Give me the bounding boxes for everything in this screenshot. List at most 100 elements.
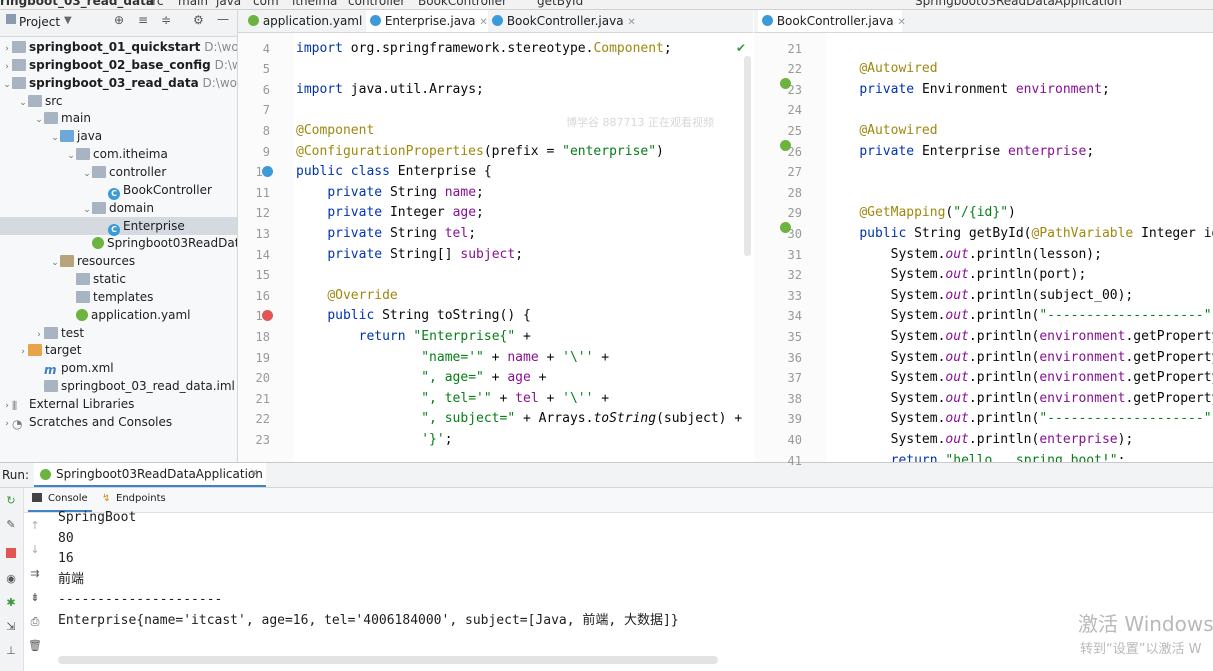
debug-icon[interactable]: ✱ bbox=[4, 596, 18, 610]
run-config-selector[interactable]: Springboot03ReadDataApplication bbox=[915, 0, 1122, 8]
tree-item-application-yaml[interactable]: application.yaml bbox=[0, 306, 237, 324]
tree-item-springboot-03-read-data-iml[interactable]: springboot_03_read_data.iml bbox=[0, 377, 237, 395]
rerun-icon[interactable]: ↻ bbox=[4, 494, 18, 508]
breadcrumb-getbyid[interactable]: getById bbox=[537, 0, 583, 8]
tree-item-enterprise[interactable]: C Enterprise bbox=[0, 216, 237, 236]
left-editor-code-line[interactable]: @ConfigurationProperties(prefix = "enter… bbox=[296, 142, 664, 163]
left-editor-code-line[interactable]: "name='" + name + '\'' + bbox=[296, 348, 609, 369]
camera-icon[interactable]: ◉ bbox=[4, 572, 18, 586]
print-icon[interactable]: ⎙ bbox=[28, 615, 42, 629]
left-editor-code-line[interactable]: private String[] subject; bbox=[296, 245, 523, 266]
tree-item-main[interactable]: ⌄ main bbox=[0, 109, 237, 127]
breadcrumb-project[interactable]: ringboot_03_read_data bbox=[0, 0, 154, 8]
right-editor-code-line[interactable]: @Autowired bbox=[828, 59, 937, 80]
left-editor-code-line[interactable]: ", subject=" + Arrays.toString(subject) … bbox=[296, 409, 742, 430]
left-editor-code-line[interactable]: ", age=" + age + bbox=[296, 368, 546, 389]
tab-endpoints[interactable]: ↯ Endpoints bbox=[98, 488, 168, 510]
mapping-gutter-icon[interactable] bbox=[780, 222, 791, 233]
right-editor-code-line[interactable]: System.out.println(subject_00); bbox=[828, 286, 1134, 307]
tree-item-springboot-03-read-data[interactable]: ⌄springboot_03_read_data D:\worksp bbox=[0, 74, 237, 92]
right-editor-code-line[interactable]: return "hello , spring boot!"; bbox=[828, 451, 1126, 463]
autowired-gutter-icon[interactable] bbox=[780, 140, 791, 151]
right-editor-code-line[interactable]: System.out.println(port); bbox=[828, 265, 1087, 286]
tree-item-pom-xml[interactable]: m pom.xml bbox=[0, 359, 237, 377]
locate-icon[interactable]: ⊕ bbox=[114, 13, 124, 27]
console-horizontal-scrollbar[interactable] bbox=[58, 656, 718, 664]
tree-item-scratches-and-consoles[interactable]: › ◔ Scratches and Consoles bbox=[0, 413, 237, 431]
collapse-all-icon[interactable]: ≑ bbox=[161, 13, 171, 27]
tab-bookcontroller-java[interactable]: BookController.java ✕ bbox=[488, 10, 636, 32]
tree-item-com-itheima[interactable]: ⌄ com.itheima bbox=[0, 145, 237, 163]
expand-all-icon[interactable]: ≡ bbox=[138, 13, 148, 27]
soft-wrap-icon[interactable]: ⇉ bbox=[28, 567, 42, 581]
left-editor-code-line[interactable]: private Integer age; bbox=[296, 203, 484, 224]
tree-item-templates[interactable]: templates bbox=[0, 288, 237, 306]
tree-item-target[interactable]: › target bbox=[0, 341, 237, 359]
right-editor-code-line[interactable]: private Environment environment; bbox=[828, 80, 1109, 101]
pin-icon[interactable]: ⊥ bbox=[4, 644, 18, 658]
right-editor-code-line[interactable]: @Autowired bbox=[828, 121, 937, 142]
right-editor-code-line[interactable]: System.out.println(environment.getProper… bbox=[828, 368, 1213, 389]
tree-item-springboot-02-base-config[interactable]: ›springboot_02_base_config D:\work bbox=[0, 56, 237, 74]
breadcrumb-java[interactable]: java bbox=[216, 0, 241, 8]
close-icon[interactable]: ✕ bbox=[627, 17, 635, 28]
tree-item-domain[interactable]: ⌄ domain bbox=[0, 199, 237, 217]
tree-item-springboot03readdata[interactable]: Springboot03ReadData bbox=[0, 234, 237, 252]
right-editor-code-line[interactable]: System.out.println(environment.getProper… bbox=[828, 327, 1213, 348]
right-editor-code-line[interactable]: private Enterprise enterprise; bbox=[828, 142, 1094, 163]
left-editor-code-area[interactable]: import org.springframework.stereotype.Co… bbox=[294, 33, 753, 462]
left-editor-code-line[interactable]: public String toString() { bbox=[296, 306, 531, 327]
left-editor-code-line[interactable]: private String tel; bbox=[296, 224, 476, 245]
left-editor-code-line[interactable]: ", tel='" + tel + '\'' + bbox=[296, 389, 609, 410]
left-editor-code-line[interactable]: '}'; bbox=[296, 430, 452, 451]
left-editor-code-line[interactable]: public class Enterprise { bbox=[296, 162, 492, 183]
left-editor-code-line[interactable]: import java.util.Arrays; bbox=[296, 80, 484, 101]
breadcrumb-itheima[interactable]: itheima bbox=[292, 0, 337, 8]
bean-gutter-icon[interactable] bbox=[262, 166, 273, 177]
hide-icon[interactable]: — bbox=[217, 12, 229, 26]
right-editor-code-line[interactable]: System.out.println(environment.getProper… bbox=[828, 389, 1213, 410]
left-editor-code-line[interactable]: import org.springframework.stereotype.Co… bbox=[296, 39, 672, 60]
scroll-end-icon[interactable]: ⇟ bbox=[28, 591, 42, 605]
breadcrumb-src[interactable]: src bbox=[146, 0, 164, 8]
tab-application-yaml[interactable]: application.yaml ✕ bbox=[244, 10, 375, 32]
breadcrumb-com[interactable]: com bbox=[253, 0, 279, 8]
exit-icon[interactable]: ⇲ bbox=[4, 620, 18, 634]
breadcrumb-main[interactable]: main bbox=[178, 0, 208, 8]
tab-enterprise-java[interactable]: Enterprise.java ✕ bbox=[366, 10, 488, 32]
right-editor-code-line[interactable]: @GetMapping("/{id}") bbox=[828, 203, 1016, 224]
left-editor-code-line[interactable]: @Override bbox=[296, 286, 397, 307]
right-editor-code-line[interactable]: System.out.println(enterprise); bbox=[828, 430, 1134, 451]
tree-item-test[interactable]: › test bbox=[0, 324, 237, 342]
tree-item-external-libraries[interactable]: › ⫴ External Libraries bbox=[0, 395, 237, 413]
wrench-icon[interactable]: ✎ bbox=[4, 518, 18, 532]
trash-icon[interactable]: 🗑 bbox=[28, 639, 42, 653]
tab-bookcontroller-java-right[interactable]: BookController.java ✕ bbox=[758, 10, 906, 32]
tree-item-controller[interactable]: ⌄ controller bbox=[0, 163, 237, 181]
left-editor-scrollbar[interactable] bbox=[744, 56, 751, 256]
tree-item-bookcontroller[interactable]: C BookController bbox=[0, 181, 237, 200]
run-config-tab[interactable]: Springboot03ReadDataApplication ✕ bbox=[34, 463, 266, 487]
right-editor-code-line[interactable]: System.out.println(environment.getProper… bbox=[828, 348, 1213, 369]
scroll-up-icon[interactable]: ↑ bbox=[28, 519, 42, 533]
tree-item-java[interactable]: ⌄ java bbox=[0, 127, 237, 145]
left-editor-code-line[interactable]: private String name; bbox=[296, 183, 484, 204]
right-editor-code-line[interactable]: System.out.println("--------------------… bbox=[828, 306, 1213, 327]
breadcrumb-bookcontroller[interactable]: BookController bbox=[418, 0, 507, 8]
tree-item-src[interactable]: ⌄ src bbox=[0, 92, 237, 110]
close-icon[interactable]: ✕ bbox=[479, 17, 487, 28]
override-gutter-icon[interactable] bbox=[262, 310, 273, 321]
chevron-down-icon[interactable]: ▼ bbox=[64, 15, 72, 26]
left-editor-code-line[interactable]: return "Enterprise{" + bbox=[296, 327, 531, 348]
right-editor-code-line[interactable]: public String getById(@PathVariable Inte… bbox=[828, 224, 1213, 245]
autowired-gutter-icon[interactable] bbox=[780, 78, 791, 89]
breadcrumb-controller[interactable]: controller bbox=[348, 0, 405, 8]
stop-icon[interactable] bbox=[6, 548, 16, 558]
scroll-down-icon[interactable]: ↓ bbox=[28, 543, 42, 557]
gear-icon[interactable]: ⚙ bbox=[193, 13, 204, 27]
close-icon[interactable]: ✕ bbox=[897, 17, 905, 28]
right-editor-code-area[interactable]: @Autowired private Environment environme… bbox=[826, 33, 1213, 462]
right-editor-code-line[interactable]: System.out.println(lesson); bbox=[828, 245, 1102, 266]
tree-item-static[interactable]: static bbox=[0, 270, 237, 288]
tree-item-resources[interactable]: ⌄ resources bbox=[0, 252, 237, 270]
